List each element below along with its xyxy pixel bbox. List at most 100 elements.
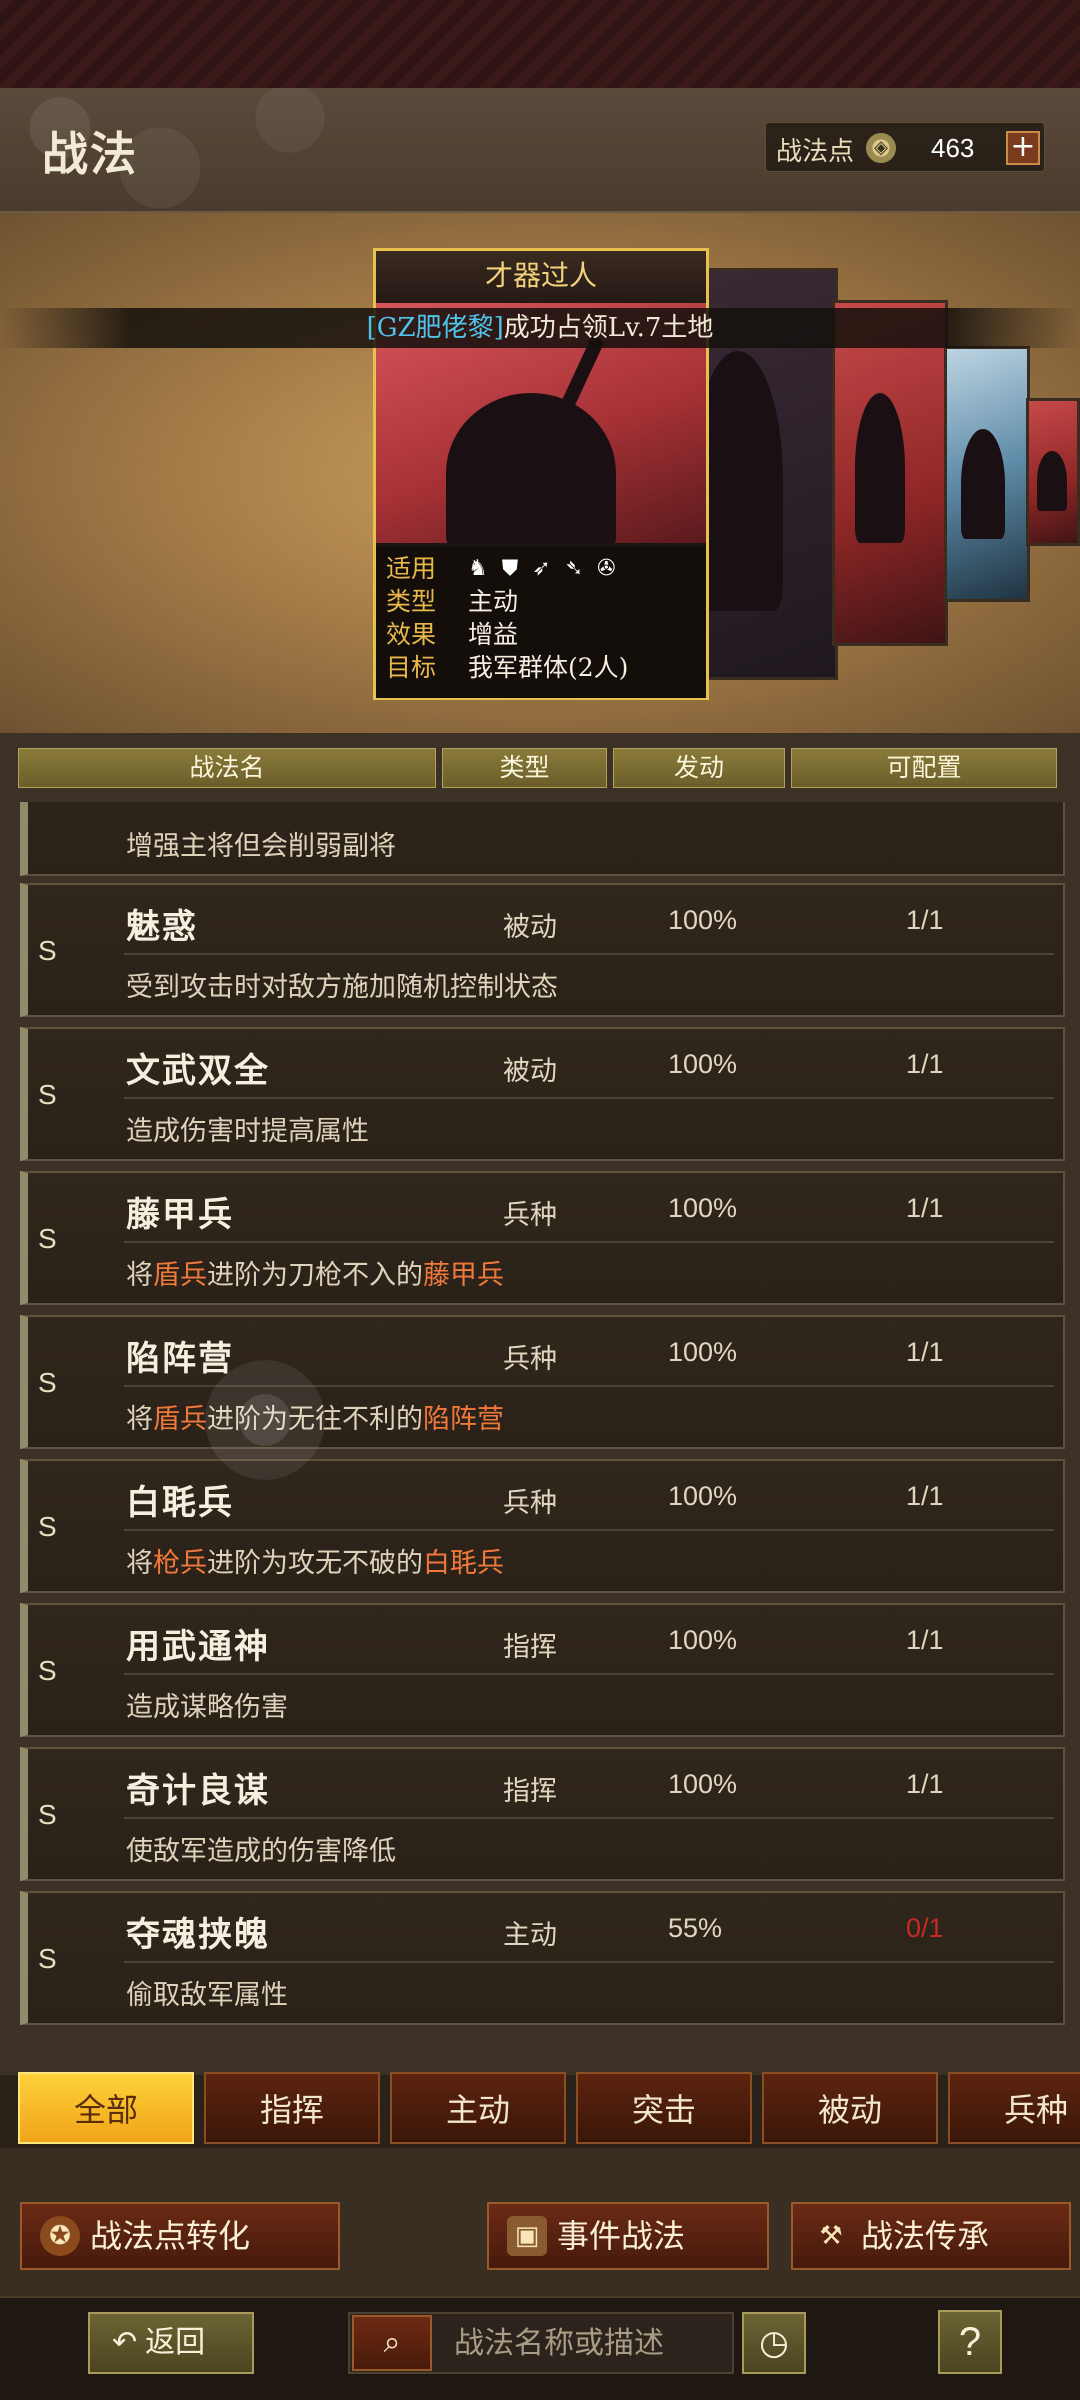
tactic-grade: S xyxy=(38,1943,57,1974)
event-tactics-button[interactable]: ▣ 事件战法 xyxy=(487,2202,769,2270)
desc-highlight: 盾兵 xyxy=(153,1404,207,1435)
convert-points-button[interactable]: ✪ 战法点转化 xyxy=(20,2202,340,2270)
tactic-grade: S xyxy=(38,1367,57,1398)
tactic-desc: 受到攻击时对敌方施加随机控制状态 xyxy=(126,965,558,1004)
table-row[interactable]: S陷阵营兵种100%1/1将盾兵进阶为无往不利的陷阵营 xyxy=(20,1315,1065,1449)
tactic-slots: 1/1 xyxy=(906,1049,944,1079)
filter-tabs: 全部 指挥 主动 突击 被动 兵种 xyxy=(18,2072,1080,2148)
table-row[interactable]: S 文武双全 被动 100% 1/1 造成伤害时提高属性 xyxy=(20,1027,1065,1161)
desc-text: 将 xyxy=(126,1404,153,1435)
column-header-slots[interactable]: 可配置 xyxy=(791,748,1057,788)
tactic-list[interactable]: S 增强主将但会削弱副将 S魅惑被动100%1/1受到攻击时对敌方施加随机控制状… xyxy=(20,802,1065,2054)
table-row[interactable]: S 藤甲兵 兵种 100% 1/1 将盾兵进阶为刀枪不入的藤甲兵 xyxy=(20,1171,1065,1305)
tactic-name: 奇计良谋 xyxy=(126,1771,270,1811)
tactic-grade: S xyxy=(38,1511,57,1542)
table-row-partial[interactable]: S 增强主将但会削弱副将 xyxy=(20,802,1065,876)
desc-highlight: 白毦兵 xyxy=(423,1548,504,1579)
filter-tab[interactable]: 主动 xyxy=(390,2072,566,2144)
flame-coin-icon: ✪ xyxy=(40,2216,80,2256)
showcase-card-4[interactable] xyxy=(944,346,1030,602)
table-header: 战法名 类型 发动 可配置 xyxy=(18,748,1063,788)
tactic-desc: 增强主将但会削弱副将 xyxy=(126,831,396,862)
column-header-name[interactable]: 战法名 xyxy=(18,748,436,788)
row-divider xyxy=(124,1529,1054,1531)
card-info: 适用 ♞ ⛊ ➶ ➴ ✇ 类型 主动 效果 增益 目标 我军群体(2人) xyxy=(376,546,706,698)
table-row[interactable]: S 奇计良谋 指挥 100% 1/1 使敌军造成的伤害降低 xyxy=(20,1747,1065,1881)
banner-player-name: [GZ肥佬黎] xyxy=(366,313,504,343)
desc-text: 造成伤害时提高属性 xyxy=(126,1116,369,1147)
coin-icon: ◈ xyxy=(866,133,896,163)
tactic-rate: 100% xyxy=(668,1625,738,1655)
tactic-slots: 1/1 xyxy=(906,1193,944,1223)
search-input[interactable] xyxy=(440,2316,730,2370)
tactic-desc: 造成谋略伤害 xyxy=(126,1685,288,1724)
table-row[interactable]: S 用武通神 指挥 100% 1/1 造成谋略伤害 xyxy=(20,1603,1065,1737)
tactic-type: 兵种 xyxy=(503,1200,557,1231)
tactic-name: 夺魂挟魄 xyxy=(126,1915,270,1955)
tactic-slots: 1/1 xyxy=(906,1337,944,1367)
tactic-slots: 1/1 xyxy=(906,1625,944,1655)
desc-text: 偷取敌军属性 xyxy=(126,1980,288,2011)
column-header-rate[interactable]: 发动 xyxy=(613,748,785,788)
tactic-rate: 100% xyxy=(668,1193,738,1223)
history-button[interactable]: ◷ xyxy=(742,2312,806,2374)
back-arrow-icon: ↶ xyxy=(112,2325,138,2360)
tactic-grade: S xyxy=(38,935,57,966)
points-label: 战法点 xyxy=(776,137,855,167)
desc-text: 使敌军造成的伤害降低 xyxy=(126,1836,396,1867)
page-title: 战法 xyxy=(42,127,138,181)
tactic-slots: 0/1 xyxy=(906,1913,944,1943)
desc-text: 将 xyxy=(126,1548,153,1579)
tactic-name: 文武双全 xyxy=(126,1051,270,1091)
info-row-type: 类型 主动 xyxy=(386,587,519,616)
card-title: 才器过人 xyxy=(376,251,706,303)
tactic-type: 兵种 xyxy=(503,1488,557,1519)
tactic-grade: S xyxy=(38,1655,57,1686)
tactic-type: 被动 xyxy=(503,1056,557,1087)
troop-icons: ♞ ⛊ ➶ ➴ ✇ xyxy=(468,552,616,585)
tactic-name: 魅惑 xyxy=(126,907,198,947)
points-value: 463 xyxy=(931,133,975,163)
help-button[interactable]: ? xyxy=(938,2310,1002,2374)
back-button[interactable]: ↶ 返回 xyxy=(88,2312,254,2374)
info-row-target: 目标 我军群体(2人) xyxy=(386,653,629,682)
tactic-desc: 造成伤害时提高属性 xyxy=(126,1109,369,1148)
tactic-slots: 1/1 xyxy=(906,1481,944,1511)
wheel-icon: ✇ xyxy=(597,556,616,581)
desc-highlight: 陷阵营 xyxy=(423,1404,504,1435)
floating-joystick[interactable] xyxy=(205,1360,325,1480)
filter-tab[interactable]: 兵种 xyxy=(948,2072,1080,2144)
inherit-tactics-button[interactable]: ⚒ 战法传承 xyxy=(791,2202,1071,2270)
row-divider xyxy=(124,1097,1054,1099)
row-divider xyxy=(124,1241,1054,1243)
filter-tab[interactable]: 全部 xyxy=(18,2072,194,2144)
table-row[interactable]: S 白毦兵 兵种 100% 1/1 将枪兵进阶为攻无不破的白毦兵 xyxy=(20,1459,1065,1593)
tactic-grade: S xyxy=(38,1223,57,1254)
row-divider xyxy=(124,953,1054,955)
tactic-rate: 100% xyxy=(668,1337,738,1367)
tactic-slots: 1/1 xyxy=(906,905,944,935)
filter-tab[interactable]: 突击 xyxy=(576,2072,752,2144)
filter-tab[interactable]: 指挥 xyxy=(204,2072,380,2144)
tactic-type: 指挥 xyxy=(503,1776,557,1807)
filter-tab[interactable]: 被动 xyxy=(762,2072,938,2144)
desc-highlight: 盾兵 xyxy=(153,1260,207,1291)
tactic-points-panel: 战法点 ◈ 463 + xyxy=(765,122,1045,172)
add-points-button[interactable]: + xyxy=(1006,131,1040,165)
showcase-card-3[interactable] xyxy=(832,300,948,646)
tactic-name: 陷阵营 xyxy=(126,1339,234,1379)
table-row[interactable]: S 魅惑 被动 100% 1/1 受到攻击时对敌方施加随机控制状态 xyxy=(20,883,1065,1017)
cavalry-icon: ♞ xyxy=(468,556,488,581)
tactic-desc: 使敌军造成的伤害降低 xyxy=(126,1829,396,1868)
showcase-card-5[interactable] xyxy=(1026,398,1080,546)
bow-icon: ➶ xyxy=(532,556,551,581)
search-button[interactable]: ⌕ xyxy=(352,2315,432,2371)
shield-icon: ⛊ xyxy=(501,556,519,581)
desc-text: 进阶为攻无不破的 xyxy=(207,1548,423,1579)
row-divider xyxy=(124,1673,1054,1675)
tactic-rate: 100% xyxy=(668,905,738,935)
tactic-type: 被动 xyxy=(503,912,557,943)
column-header-type[interactable]: 类型 xyxy=(442,748,607,788)
scroll-icon: ▣ xyxy=(507,2216,547,2256)
table-row[interactable]: S 夺魂挟魄 主动 55% 0/1 偷取敌军属性 xyxy=(20,1891,1065,2025)
